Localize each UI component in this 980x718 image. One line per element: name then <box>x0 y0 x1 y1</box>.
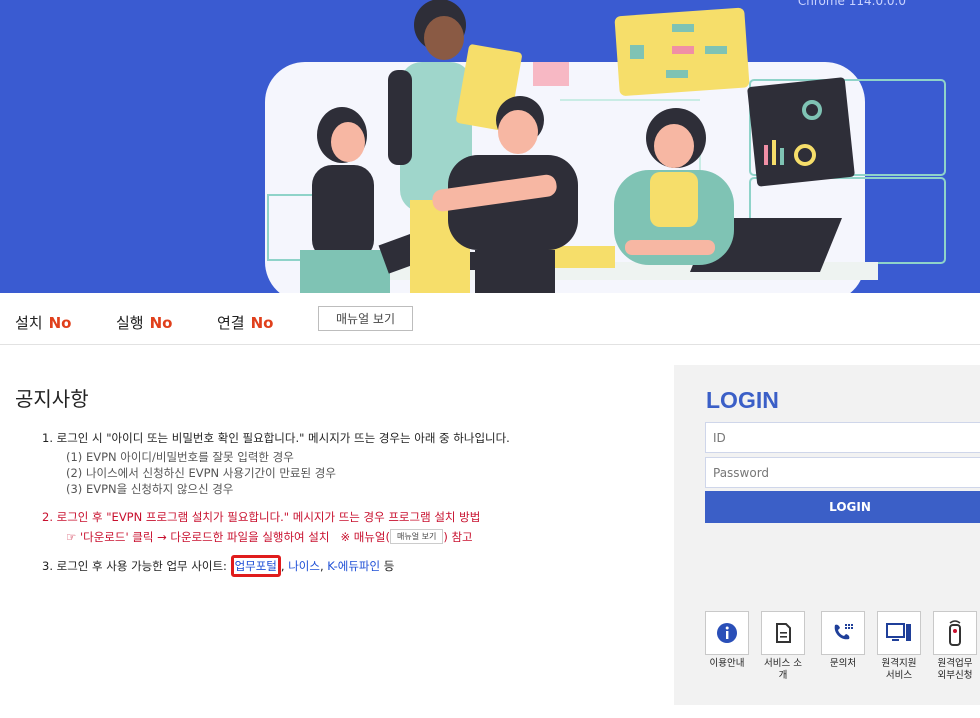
notice-item-2: 2. 로그인 후 "EVPN 프로그램 설치가 필요합니다." 메시지가 뜨는 … <box>42 510 481 524</box>
quick-link-remote-support[interactable]: 원격지원 서비스 <box>876 611 922 682</box>
quick-link-contact[interactable]: 문의처 <box>820 611 866 670</box>
notice-item-2-manual-suffix: ) 참고 <box>443 530 473 544</box>
notice-item-1-sub-3: (3) EVPN을 신청하지 않으신 경우 <box>66 482 234 496</box>
notice-item-2-manual-prefix: ※ 매뉴얼( <box>340 530 390 544</box>
password-input[interactable]: Password <box>705 457 980 488</box>
neis-link[interactable]: 나이스 <box>288 559 320 573</box>
phone-icon <box>821 611 865 655</box>
monitor-icon <box>877 611 921 655</box>
quick-link-label: 원격지원 서비스 <box>881 658 917 681</box>
inline-manual-button[interactable]: 매뉴얼 보기 <box>389 529 444 544</box>
notice-item-1: 1. 로그인 시 "아이디 또는 비밀번호 확인 필요합니다." 메시지가 뜨는… <box>42 431 510 445</box>
quick-link-label: 원격업무 외부신청 <box>937 658 973 681</box>
status-run-value: No <box>149 314 173 332</box>
status-install: 설치 No <box>15 312 71 333</box>
quick-link-label: 서비스 소개 <box>764 658 802 681</box>
quick-link-service-intro[interactable]: 서비스 소개 <box>760 611 806 682</box>
notice-item-1-sub-2: (2) 나이스에서 신청하신 EVPN 사용기간이 만료된 경우 <box>66 466 336 480</box>
work-portal-link[interactable]: 업무포털 <box>230 555 281 577</box>
document-icon <box>761 611 805 655</box>
id-input[interactable]: ID <box>705 422 980 453</box>
login-title: LOGIN <box>706 387 779 413</box>
status-connect-value: No <box>250 314 274 332</box>
hero-banner: Chrome 114.0.0.0 <box>0 0 980 293</box>
notice-item-3-prefix: 3. 로그인 후 사용 가능한 업무 사이트: <box>42 559 231 573</box>
quick-link-guide[interactable]: 이용안내 <box>704 611 750 670</box>
info-icon <box>705 611 749 655</box>
remote-icon <box>933 611 977 655</box>
status-run: 실행 No <box>116 312 172 333</box>
notice-item-3: 3. 로그인 후 사용 가능한 업무 사이트: 업무포털, 나이스, K-에듀파… <box>42 555 394 577</box>
browser-version: Chrome 114.0.0.0 <box>797 0 906 8</box>
team-illustration <box>265 0 946 293</box>
k-edufine-link[interactable]: K-에듀파인 <box>327 559 380 573</box>
quick-link-label: 이용안내 <box>709 658 745 669</box>
status-install-label: 설치 <box>15 314 43 332</box>
notice-title: 공지사항 <box>15 387 89 411</box>
notice-item-1-sub-1: (1) EVPN 아이디/비밀번호를 잘못 입력한 경우 <box>66 450 294 464</box>
notice-item-2-sub: ☞ '다운로드' 클릭 → 다운로드한 파일을 실행하여 설치 ※ 매뉴얼(매뉴… <box>66 529 473 545</box>
login-button[interactable]: LOGIN <box>705 491 980 523</box>
manual-button[interactable]: 매뉴얼 보기 <box>318 306 413 331</box>
login-panel: LOGIN ID Password LOGIN 이용안내 서비스 소개 문의처 … <box>674 365 980 705</box>
quick-link-label: 문의처 <box>829 658 857 669</box>
quick-link-remote-apply[interactable]: 원격업무 외부신청 <box>932 611 978 682</box>
notice-item-2-instruction: ☞ '다운로드' 클릭 → 다운로드한 파일을 실행하여 설치 <box>66 530 330 544</box>
status-connect: 연결 No <box>217 312 273 333</box>
notice-item-3-suffix: 등 <box>380 559 395 573</box>
status-bar: 설치 No 실행 No 연결 No <box>0 293 980 345</box>
status-connect-label: 연결 <box>217 314 245 332</box>
status-install-value: No <box>48 314 72 332</box>
status-run-label: 실행 <box>116 314 144 332</box>
